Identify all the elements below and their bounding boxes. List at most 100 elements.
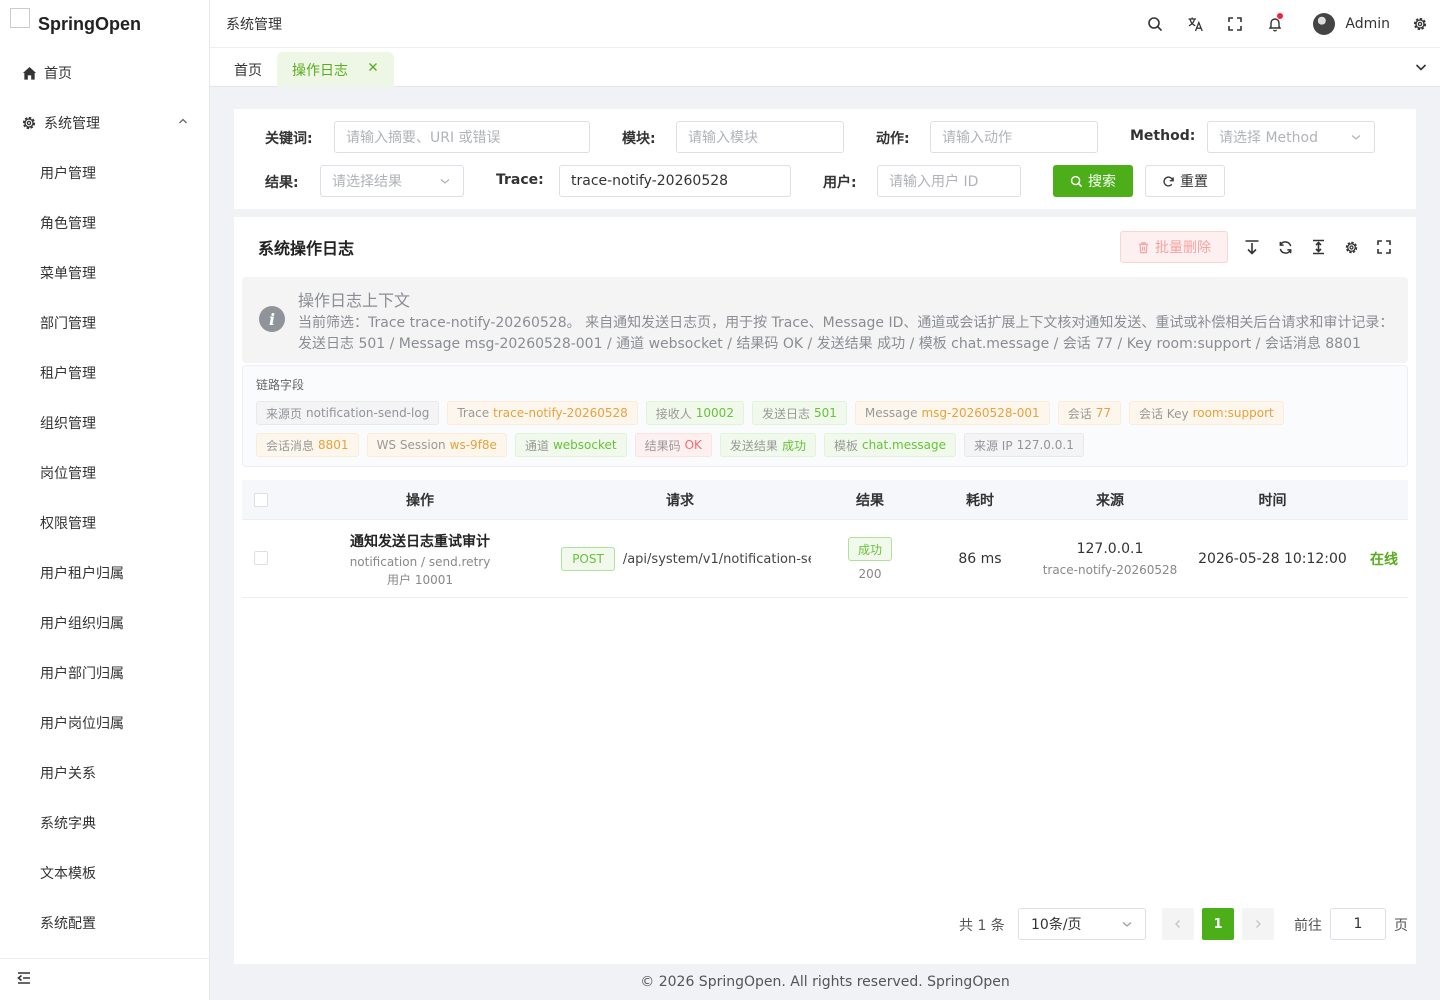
- gear-icon: [1413, 17, 1427, 31]
- goto-page-input[interactable]: 1: [1330, 908, 1386, 940]
- chain-tag: 来源 IP 127.0.0.1: [963, 433, 1084, 457]
- row-checkbox[interactable]: [254, 551, 268, 565]
- prev-page-button[interactable]: [1162, 908, 1194, 940]
- fullscreen-button[interactable]: [1215, 0, 1255, 48]
- settings-button[interactable]: [1400, 0, 1440, 48]
- page-title: 系统操作日志: [258, 239, 355, 258]
- search-button[interactable]: 搜索: [1053, 165, 1133, 197]
- sidebar-item-user[interactable]: 用户管理: [0, 148, 209, 198]
- tab-operation-log[interactable]: 操作日志: [277, 52, 394, 87]
- batch-delete-button[interactable]: 批量删除: [1120, 231, 1228, 263]
- column-header[interactable]: 操作: [300, 480, 540, 520]
- sidebar-collapse-button[interactable]: [0, 958, 209, 1000]
- pagination-total: 共 1 条: [959, 918, 1005, 934]
- top-header: 系统管理 Admin: [210, 0, 1440, 48]
- sidebar-item-config[interactable]: 系统配置: [0, 898, 209, 948]
- column-header[interactable]: 结果: [820, 480, 920, 520]
- export-button[interactable]: [1243, 238, 1261, 256]
- action-input[interactable]: 请输入动作: [930, 121, 1098, 153]
- sidebar-item-label: 文本模板: [40, 866, 96, 882]
- sidebar-item-post[interactable]: 岗位管理: [0, 448, 209, 498]
- username: Admin: [1345, 16, 1390, 32]
- sidebar-item-home[interactable]: 首页: [0, 48, 209, 98]
- source-trace: trace-notify-20260528: [1042, 563, 1178, 577]
- column-header[interactable]: 来源: [1040, 480, 1180, 520]
- page-label: 页: [1394, 918, 1408, 934]
- next-page-button[interactable]: [1242, 908, 1274, 940]
- density-button[interactable]: [1309, 238, 1327, 256]
- sidebar-item-label: 角色管理: [40, 216, 96, 232]
- timestamp: 2026-05-28 10:12:00: [1198, 551, 1347, 567]
- chain-tag: WS Session ws-9f8e: [366, 433, 507, 457]
- sidebar-item-dict[interactable]: 系统字典: [0, 798, 209, 848]
- sidebar-item-user-dept[interactable]: 用户部门归属: [0, 648, 209, 698]
- search-button[interactable]: [1135, 0, 1175, 48]
- chain-tag-value: trace-notify-20260528: [493, 406, 628, 420]
- sidebar-item-menu[interactable]: 菜单管理: [0, 248, 209, 298]
- method-badge: POST: [561, 547, 615, 571]
- chevron-left-icon: [1175, 920, 1180, 928]
- translate-button[interactable]: [1175, 0, 1215, 48]
- user-label: 用户:: [823, 175, 857, 191]
- close-icon[interactable]: [367, 61, 379, 77]
- chain-tag-key: 发送日志: [761, 406, 810, 421]
- column-header[interactable]: 请求: [560, 480, 800, 520]
- sidebar-group-label: 系统管理: [44, 116, 100, 132]
- sidebar-item-label: 权限管理: [40, 516, 96, 532]
- select-all-checkbox[interactable]: [254, 493, 268, 507]
- page-number[interactable]: 1: [1202, 908, 1234, 940]
- keyword-input[interactable]: 请输入摘要、URI 或错误: [334, 121, 590, 153]
- module-input[interactable]: 请输入模块: [676, 121, 844, 153]
- refresh-button[interactable]: [1276, 238, 1294, 256]
- request-cell: POST /api/system/v1/notification-send-lo…: [561, 520, 811, 598]
- chevron-down-icon[interactable]: [1414, 60, 1428, 78]
- column-header[interactable]: 时间: [1190, 480, 1355, 520]
- chain-tag-value: 127.0.0.1: [1016, 438, 1074, 452]
- sidebar-item-user-relation[interactable]: 用户关系: [0, 748, 209, 798]
- sidebar-item-label: 用户组织归属: [40, 616, 124, 632]
- sidebar-item-user-org[interactable]: 用户组织归属: [0, 598, 209, 648]
- chain-tag-value: OK: [684, 438, 702, 452]
- fullscreen-icon: [1228, 17, 1243, 31]
- tab-home[interactable]: 首页: [220, 52, 276, 87]
- user-menu[interactable]: Admin: [1295, 0, 1400, 48]
- chevron-down-icon: [439, 175, 451, 191]
- sidebar-item-user-tenant[interactable]: 用户租户归属: [0, 548, 209, 598]
- chain-tag: Message msg-20260528-001: [854, 401, 1050, 425]
- sidebar-item-tenant[interactable]: 租户管理: [0, 348, 209, 398]
- notification-button[interactable]: [1255, 0, 1295, 48]
- panel-fullscreen-button[interactable]: [1375, 238, 1393, 256]
- online-status[interactable]: 在线: [1370, 549, 1398, 569]
- request-uri[interactable]: /api/system/v1/notification-send-log: [623, 552, 811, 567]
- sidebar-item-org[interactable]: 组织管理: [0, 398, 209, 448]
- chain-tag-key: 会话消息: [266, 438, 315, 453]
- chain-fields: 链路字段 来源页 notification-send-log Trace trace-…: [242, 365, 1408, 467]
- method-select[interactable]: 请选择 Method: [1207, 121, 1375, 153]
- reset-button[interactable]: 重置: [1145, 165, 1225, 197]
- sidebar-item-role[interactable]: 角色管理: [0, 198, 209, 248]
- sidebar-group-system[interactable]: 系统管理: [0, 98, 209, 148]
- chevron-down-icon: [1121, 918, 1133, 934]
- trace-input[interactable]: trace-notify-20260528: [559, 165, 791, 197]
- chain-tag-key: 通道: [524, 438, 549, 453]
- logo-text: SpringOpen: [38, 13, 141, 34]
- sidebar-item-permission[interactable]: 权限管理: [0, 498, 209, 548]
- column-settings-button[interactable]: [1342, 238, 1360, 256]
- sidebar-item-user-post[interactable]: 用户岗位归属: [0, 698, 209, 748]
- sidebar-item-template[interactable]: 文本模板: [0, 848, 209, 898]
- sidebar-item-label: 组织管理: [40, 416, 96, 432]
- status-cell: 在线: [1370, 520, 1408, 598]
- user-id-input[interactable]: 请输入用户 ID: [877, 165, 1021, 197]
- chain-tag-value: websocket: [552, 438, 617, 452]
- page-size-select[interactable]: 10条/页: [1018, 908, 1146, 940]
- chain-tag-key: 来源页: [266, 406, 303, 421]
- table-row[interactable]: 通知发送日志重试审计 notification / send.retry 用户 …: [242, 520, 1408, 598]
- sidebar-item-dept[interactable]: 部门管理: [0, 298, 209, 348]
- chain-tag-value: 10002: [695, 406, 734, 420]
- chain-tag-value: notification-send-log: [306, 406, 430, 420]
- chain-tag: 会话 Key room:support: [1128, 401, 1284, 425]
- result-select[interactable]: 请选择结果: [320, 165, 464, 197]
- chain-tag-list: 来源页 notification-send-log Trace trace-notif…: [256, 401, 1396, 465]
- column-header[interactable]: 耗时: [930, 480, 1030, 520]
- logo[interactable]: SpringOpen: [0, 0, 209, 48]
